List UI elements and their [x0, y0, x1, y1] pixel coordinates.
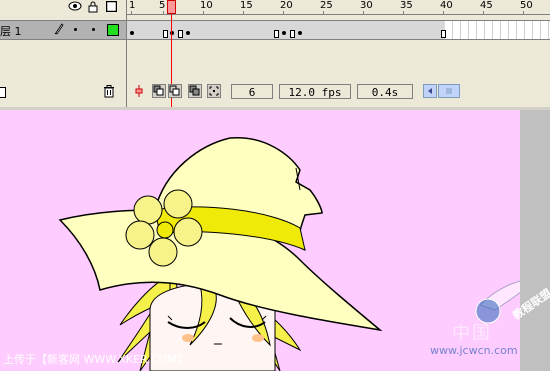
layer-color-swatch[interactable] [107, 24, 119, 36]
trash-icon[interactable] [103, 85, 115, 101]
center-frame-icon[interactable] [132, 84, 146, 98]
onion-markers-icon[interactable] [207, 84, 221, 98]
keyframe-end[interactable] [178, 30, 183, 38]
layer-controls [0, 84, 126, 100]
keyframe-end[interactable] [441, 30, 446, 38]
keyframe-end[interactable] [274, 30, 279, 38]
current-frame-field: 6 [231, 84, 273, 99]
uploader-caption: 上传于【新客网 WWW.XKER.COM】 [3, 353, 188, 366]
keyframe[interactable] [130, 31, 134, 35]
fps-field[interactable]: 12.0 fps [279, 84, 351, 99]
timeline-panel: 层 1 1 5 10 15 20 25 30 35 40 45 50 6 12.… [0, 0, 550, 107]
frame-span[interactable] [127, 21, 445, 39]
eye-icon[interactable] [68, 1, 82, 14]
ruler-number: 30 [360, 0, 373, 11]
folder-icon[interactable] [0, 87, 6, 98]
keyframe[interactable] [282, 31, 286, 35]
layer-row[interactable]: 层 1 [0, 20, 126, 40]
watermark-text: 中国 [452, 323, 492, 344]
watermark-url: www.jcwcn.com [430, 344, 518, 357]
empty-frames[interactable] [445, 21, 550, 39]
scroll-left-icon[interactable] [423, 84, 437, 98]
ruler-number: 10 [200, 0, 213, 11]
ruler-number: 15 [240, 0, 253, 11]
playhead[interactable] [167, 0, 176, 14]
onion-outline-icon[interactable] [168, 84, 182, 98]
stage-canvas[interactable] [0, 110, 520, 371]
layer-name[interactable]: 层 1 [0, 23, 22, 39]
ruler-number: 20 [280, 0, 293, 11]
pasteboard-area [520, 110, 550, 371]
ruler-number: 40 [440, 0, 453, 11]
frames-area: 1 5 10 15 20 25 30 35 40 45 50 6 12.0 fp… [127, 0, 550, 107]
keyframe[interactable] [186, 31, 190, 35]
ruler-number: 35 [400, 0, 413, 11]
edit-multiple-icon[interactable] [188, 84, 202, 98]
outline-icon[interactable] [105, 0, 118, 15]
keyframe-end[interactable] [163, 30, 168, 38]
frame-ruler[interactable]: 1 5 10 15 20 25 30 35 40 45 50 [127, 0, 550, 15]
layer-panel: 层 1 [0, 0, 127, 107]
ruler-number: 50 [520, 0, 533, 11]
lock-icon[interactable] [88, 1, 98, 16]
onion-skin-icon[interactable] [152, 84, 166, 98]
timeline-toolbar: 6 12.0 fps 0.4s [127, 82, 550, 102]
keyframe-end[interactable] [290, 30, 295, 38]
ruler-number: 1 [129, 0, 136, 11]
ruler-number: 5 [159, 0, 166, 11]
pencil-icon [54, 23, 64, 38]
keyframe[interactable] [298, 31, 302, 35]
frame-row[interactable] [127, 20, 550, 40]
elapsed-time-field: 0.4s [357, 84, 413, 99]
visibility-dot[interactable] [74, 28, 77, 31]
lock-dot[interactable] [92, 28, 95, 31]
horizontal-scrollbar-thumb[interactable] [438, 84, 460, 98]
layer-header-icons [60, 0, 126, 14]
ruler-number: 45 [480, 0, 493, 11]
ruler-number: 25 [320, 0, 333, 11]
